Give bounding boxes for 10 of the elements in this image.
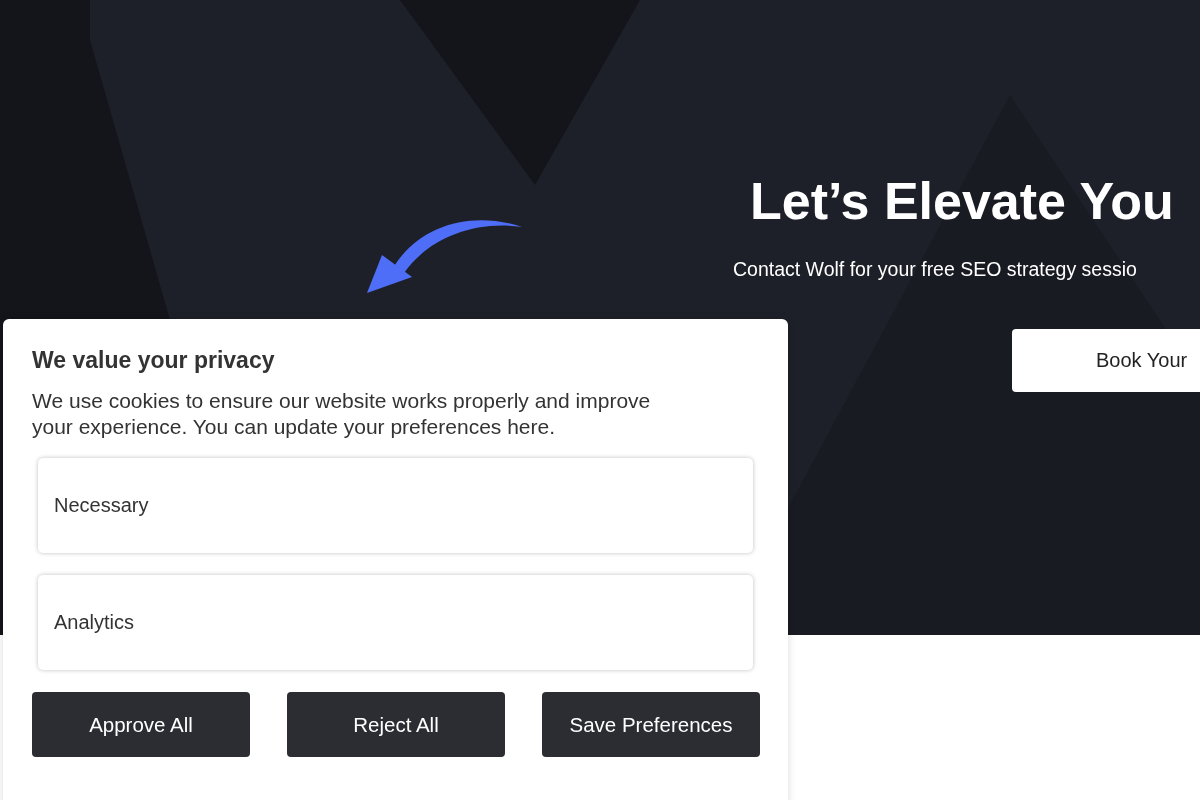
- cookie-category[interactable]: Necessary: [38, 458, 753, 553]
- consent-button[interactable]: Save Preferences: [542, 692, 760, 757]
- consent-button[interactable]: Reject All: [287, 692, 505, 757]
- cookie-category[interactable]: Analytics: [38, 575, 753, 670]
- hero-subtitle: Contact Wolf for your free SEO strategy sessio: [733, 258, 1137, 281]
- dialog-title: We value your privacy: [32, 347, 276, 374]
- dialog-text: We use cookies to ensure our website works properly and improve your experience. You can update your preferences here.: [32, 388, 652, 440]
- book-button[interactable]: Book Your: [1012, 329, 1200, 392]
- hero-heading: Let’s Elevate You: [750, 171, 1174, 232]
- consent-button[interactable]: Approve All: [32, 692, 250, 757]
